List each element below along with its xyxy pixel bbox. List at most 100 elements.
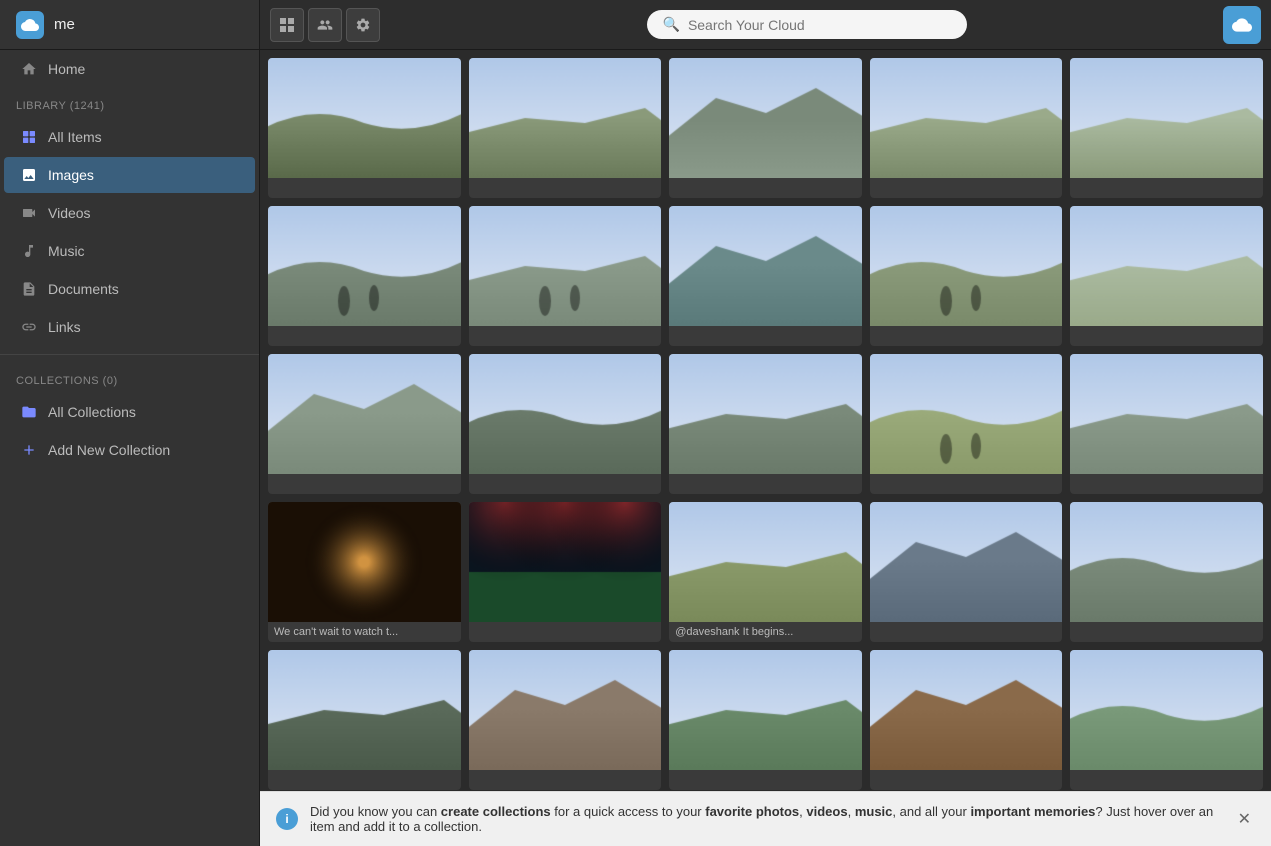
sidebar-item-music[interactable]: Music: [4, 233, 255, 269]
photo-caption-20: [1070, 622, 1263, 642]
photo-caption-7: [469, 326, 662, 346]
photo-image-14: [870, 354, 1063, 474]
people-button[interactable]: [308, 8, 342, 42]
photo-card-18[interactable]: @daveshank It begins...: [669, 502, 862, 642]
photo-caption-16: We can't wait to watch t...: [268, 622, 461, 642]
photo-image-8: [669, 206, 862, 326]
photo-card-11[interactable]: [268, 354, 461, 494]
brand-area: me: [0, 0, 260, 49]
main-layout: Home LIBRARY (1241) All Items Images: [0, 50, 1271, 846]
photo-thumb-20: [1070, 502, 1263, 622]
images-label: Images: [48, 167, 94, 183]
photo-image-5: [1070, 58, 1263, 178]
sidebar-item-documents[interactable]: Documents: [4, 271, 255, 307]
photo-caption-2: [469, 178, 662, 198]
photo-card-19[interactable]: [870, 502, 1063, 642]
music-label: Music: [48, 243, 85, 259]
grid-button[interactable]: [270, 8, 304, 42]
photo-thumb-11: [268, 354, 461, 474]
photo-card-23[interactable]: [669, 650, 862, 790]
photo-image-1: [268, 58, 461, 178]
people-icon: [317, 17, 333, 33]
image-icon: [20, 166, 38, 184]
sidebar-item-images[interactable]: Images: [4, 157, 255, 193]
photo-card-8[interactable]: [669, 206, 862, 346]
photo-image-15: [1070, 354, 1263, 474]
photo-thumb-7: [469, 206, 662, 326]
cloud-upload-icon: [1232, 15, 1252, 35]
topbar: me 🔍: [0, 0, 1271, 50]
documents-label: Documents: [48, 281, 119, 297]
photo-card-15[interactable]: [1070, 354, 1263, 494]
photo-caption-8: [669, 326, 862, 346]
photo-card-10[interactable]: [1070, 206, 1263, 346]
photo-card-14[interactable]: [870, 354, 1063, 494]
photo-caption-25: [1070, 770, 1263, 790]
cloud-button[interactable]: [1223, 6, 1261, 44]
photo-image-20: [1070, 502, 1263, 622]
home-icon: [20, 60, 38, 78]
all-items-label: All Items: [48, 129, 102, 145]
photo-thumb-6: [268, 206, 461, 326]
photo-caption-12: [469, 474, 662, 494]
photo-image-25: [1070, 650, 1263, 770]
photo-card-1[interactable]: [268, 58, 461, 198]
settings-button[interactable]: [346, 8, 380, 42]
brand-name: me: [54, 16, 75, 33]
video-icon: [20, 204, 38, 222]
photo-image-24: [870, 650, 1063, 770]
sidebar-item-videos[interactable]: Videos: [4, 195, 255, 231]
photo-card-13[interactable]: [669, 354, 862, 494]
photo-thumb-3: [669, 58, 862, 178]
photo-thumb-17: [469, 502, 662, 622]
photo-card-6[interactable]: [268, 206, 461, 346]
notification-close-button[interactable]: ✕: [1234, 809, 1255, 829]
photo-card-20[interactable]: [1070, 502, 1263, 642]
items-icon: [20, 128, 38, 146]
photo-thumb-15: [1070, 354, 1263, 474]
photo-image-6: [268, 206, 461, 326]
photo-card-3[interactable]: [669, 58, 862, 198]
link-icon: [20, 318, 38, 336]
photo-caption-11: [268, 474, 461, 494]
sidebar-item-add-collection[interactable]: Add New Collection: [4, 432, 255, 468]
photo-image-23: [669, 650, 862, 770]
sidebar-item-all-collections[interactable]: All Collections: [4, 394, 255, 430]
music-icon: [20, 242, 38, 260]
photo-caption-21: [268, 770, 461, 790]
photo-thumb-1: [268, 58, 461, 178]
add-collection-label: Add New Collection: [48, 442, 170, 458]
sidebar-item-links[interactable]: Links: [4, 309, 255, 345]
videos-label: Videos: [48, 205, 91, 221]
sidebar-divider: [0, 354, 259, 355]
photo-image-4: [870, 58, 1063, 178]
cloud-icon: [21, 16, 39, 34]
sidebar-item-all-items[interactable]: All Items: [4, 119, 255, 155]
sidebar-item-home[interactable]: Home: [4, 51, 255, 87]
search-input[interactable]: [688, 17, 951, 33]
photo-card-24[interactable]: [870, 650, 1063, 790]
photo-thumb-19: [870, 502, 1063, 622]
photo-card-21[interactable]: [268, 650, 461, 790]
photo-image-19: [870, 502, 1063, 622]
photo-card-9[interactable]: [870, 206, 1063, 346]
photo-card-12[interactable]: [469, 354, 662, 494]
home-label: Home: [48, 61, 85, 77]
photo-image-17: [469, 502, 662, 622]
photo-thumb-10: [1070, 206, 1263, 326]
photo-image-9: [870, 206, 1063, 326]
photo-card-4[interactable]: [870, 58, 1063, 198]
photo-card-22[interactable]: [469, 650, 662, 790]
photo-card-5[interactable]: [1070, 58, 1263, 198]
photo-card-17[interactable]: [469, 502, 662, 642]
photo-card-16[interactable]: We can't wait to watch t...: [268, 502, 461, 642]
photo-image-3: [669, 58, 862, 178]
photo-card-7[interactable]: [469, 206, 662, 346]
photo-caption-22: [469, 770, 662, 790]
photo-caption-3: [669, 178, 862, 198]
all-collections-label: All Collections: [48, 404, 136, 420]
photo-card-25[interactable]: [1070, 650, 1263, 790]
gear-icon: [355, 17, 371, 33]
photo-image-13: [669, 354, 862, 474]
photo-card-2[interactable]: [469, 58, 662, 198]
